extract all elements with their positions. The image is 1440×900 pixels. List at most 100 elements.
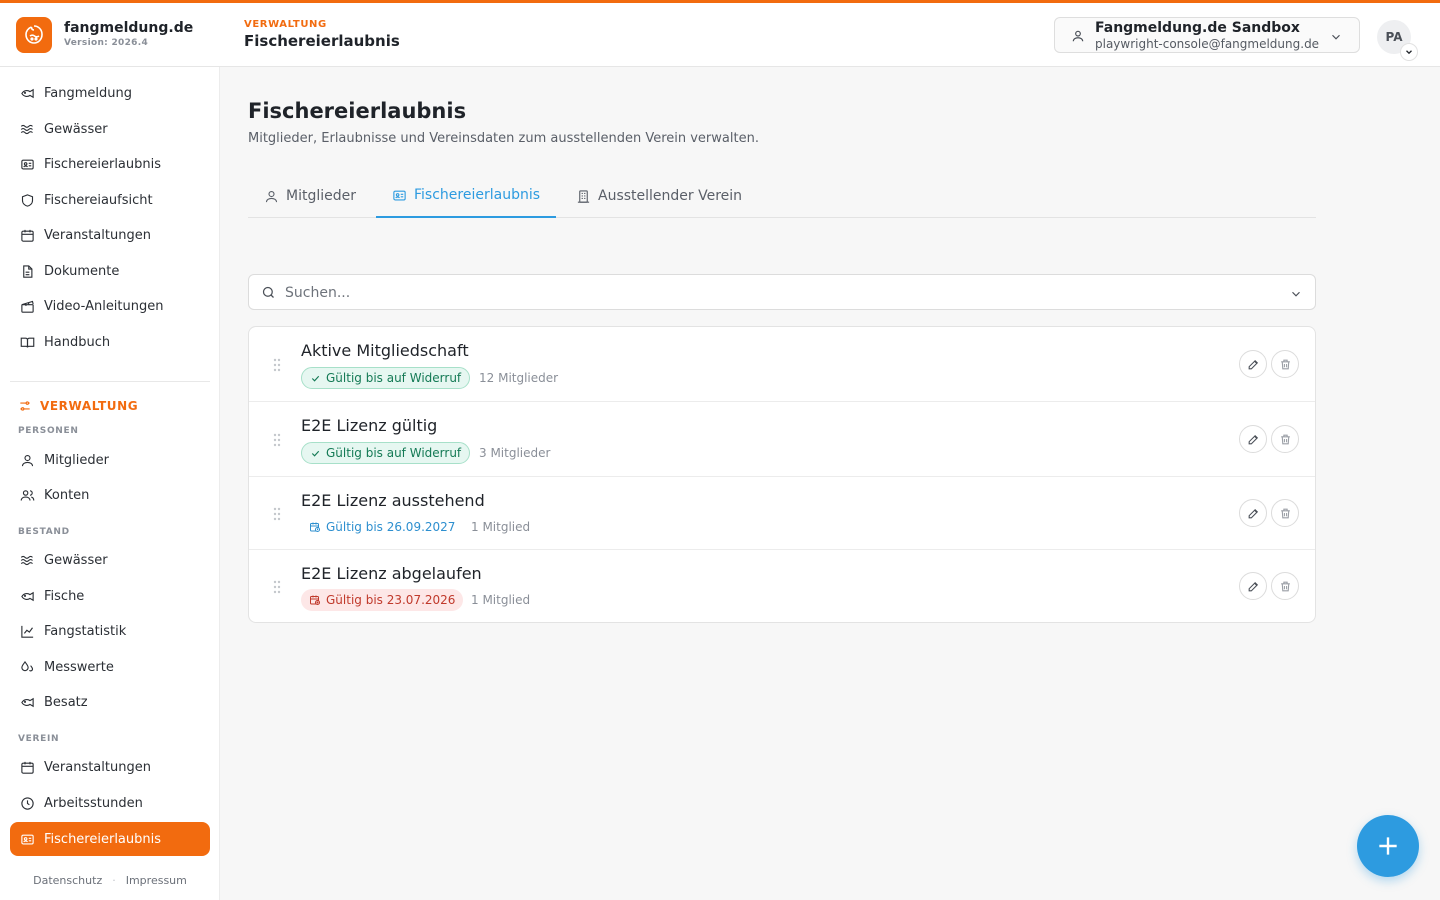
sidebar-item-bestand-gewaesser[interactable]: Gewässer [10,543,210,577]
user-icon [21,454,34,466]
status-badge-label: Gültig bis 26.09.2027 [326,520,456,534]
sidebar-item-label: Fischereierlaubnis [44,156,162,172]
shield-icon [21,193,34,207]
id-card-icon [393,190,406,200]
edit-button[interactable] [1239,499,1267,527]
sidebar-item-messwerte[interactable]: Messwerte [10,650,210,684]
sidebar-item-konten[interactable]: Konten [10,478,210,512]
sidebar-item-label: Mitglieder [44,452,109,468]
drag-handle-icon[interactable] [273,432,281,451]
chevron-down-icon [1329,29,1343,48]
sidebar-item-dokumente[interactable]: Dokumente [10,254,210,288]
sidebar-item-handbuch[interactable]: Handbuch [10,325,210,359]
delete-button[interactable] [1271,350,1299,378]
tab-mitglieder[interactable]: Mitglieder [264,174,356,218]
search-input[interactable] [285,283,1265,303]
list-item[interactable]: E2E Lizenz gültig Gültig bis auf Widerru… [249,402,1315,477]
drag-handle-icon[interactable] [273,506,281,525]
list-item[interactable]: E2E Lizenz abgelaufen Gültig bis 23.07.2… [249,550,1315,622]
member-count: 12 Mitglieder [479,371,559,385]
sidebar-item-label: Gewässer [44,552,108,568]
footer-separator: · [112,874,116,887]
delete-button[interactable] [1271,572,1299,600]
building-icon [577,189,590,203]
sidebar-item-veranstaltungen[interactable]: Veranstaltungen [10,218,210,252]
sidebar-item-label: Dokumente [44,263,120,279]
user-icon [1071,28,1085,47]
pencil-icon [1248,359,1258,369]
calendar-clock-icon [310,522,320,532]
account-switcher[interactable]: Fangmeldung.de Sandbox playwright-consol… [1054,17,1360,53]
calendar-icon [21,761,34,774]
users-icon [20,489,35,501]
edit-button[interactable] [1239,425,1267,453]
brand-name: fangmeldung.de [64,20,194,36]
sidebar-item-label: Veranstaltungen [44,759,151,775]
status-badge: Gültig bis auf Widerruf [301,367,471,389]
status-badge-label: Gültig bis auf Widerruf [326,446,462,460]
calendar-x-icon [310,595,320,605]
app-logo-icon[interactable] [16,17,52,53]
imprint-link[interactable]: Impressum [126,874,187,887]
privacy-link[interactable]: Datenschutz [33,874,102,887]
permit-title: E2E Lizenz abgelaufen [301,564,482,583]
sidebar-group-verein: VEREIN [18,734,60,744]
sidebar-group-bestand: BESTAND [18,527,70,537]
sidebar-section-label: VERWALTUNG [40,399,139,413]
sidebar-item-label: Arbeitsstunden [44,795,143,811]
sidebar-item-label: Video-Anleitungen [44,298,164,314]
fish-icon [21,88,34,98]
sidebar-item-besatz[interactable]: Besatz [10,685,210,719]
delete-button[interactable] [1271,499,1299,527]
tab-ausstellender-verein[interactable]: Ausstellender Verein [576,174,742,218]
add-permit-button[interactable] [1357,815,1419,877]
status-badge: Gültig bis 23.07.2026 [301,589,464,611]
drag-handle-icon[interactable] [273,579,281,598]
sidebar-item-fische[interactable]: Fische [10,579,210,613]
sidebar-item-label: Handbuch [44,334,111,350]
search-field[interactable] [248,274,1316,310]
trash-icon [1280,581,1290,591]
tab-label: Mitglieder [286,188,356,204]
edit-button[interactable] [1239,350,1267,378]
member-count: 1 Mitglied [471,520,531,534]
sidebar-item-fangmeldung[interactable]: Fangmeldung [10,76,210,110]
sidebar-item-fischereierlaubnis[interactable]: Fischereierlaubnis [10,147,210,181]
clock-icon [21,796,34,810]
sidebar-divider [10,381,210,382]
fish-icon [21,697,34,707]
sidebar-item-fangstatistik[interactable]: Fangstatistik [10,614,210,648]
waves-icon [20,124,33,134]
sidebar-item-arbeitsstunden[interactable]: Arbeitsstunden [10,786,210,820]
sidebar-item-fischereiaufsicht[interactable]: Fischereiaufsicht [10,183,210,217]
sidebar-item-label: Fangmeldung [44,85,132,101]
avatar-menu-chevron-icon[interactable] [1400,43,1418,61]
chevron-down-icon[interactable] [1289,286,1303,305]
clapperboard-icon [21,300,34,313]
header-page-title: Fischereierlaubnis [244,32,400,50]
trash-icon [1280,434,1290,444]
edit-button[interactable] [1239,572,1267,600]
tab-label: Ausstellender Verein [598,188,743,204]
delete-button[interactable] [1271,425,1299,453]
sidebar-item-mitglieder[interactable]: Mitglieder [10,443,210,477]
sidebar-item-verein-fischereierlaubnis[interactable]: Fischereierlaubnis [10,822,210,856]
sidebar-item-label: Fangstatistik [44,623,127,639]
sidebar-item-label: Fischereiaufsicht [44,192,153,208]
fish-icon [21,591,34,601]
sidebar-item-label: Fischereierlaubnis [44,831,162,847]
id-card-icon [21,159,34,169]
sidebar-item-gewaesser[interactable]: Gewässer [10,112,210,146]
status-badge: Gültig bis 26.09.2027 [301,516,463,538]
sidebar-group-personen: PERSONEN [18,426,79,436]
sidebar-item-video-anleitungen[interactable]: Video-Anleitungen [10,289,210,323]
permit-title: Aktive Mitgliedschaft [301,341,469,360]
list-item[interactable]: Aktive Mitgliedschaft Gültig bis auf Wid… [249,327,1315,402]
plus-icon [1379,837,1397,855]
list-item[interactable]: E2E Lizenz ausstehend Gültig bis 26.09.2… [249,477,1315,550]
header-breadcrumb-section: VERWALTUNG [244,19,327,30]
sidebar-item-verein-veranstaltungen[interactable]: Veranstaltungen [10,750,210,784]
check-icon [311,375,320,382]
drag-handle-icon[interactable] [273,357,281,376]
tab-fischereierlaubnis[interactable]: Fischereierlaubnis [376,174,557,218]
